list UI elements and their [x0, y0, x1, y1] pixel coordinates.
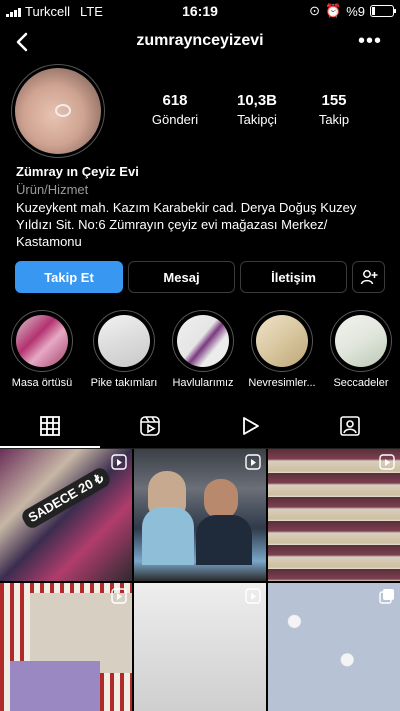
highlight-cover: [98, 315, 150, 367]
grid-post[interactable]: [268, 583, 400, 711]
highlight-masa-ortusu[interactable]: Masa örtüsü: [7, 310, 77, 389]
profile-category: Ürün/Hizmet: [16, 182, 89, 197]
highlight-cover: [177, 315, 229, 367]
grid-post[interactable]: [134, 583, 266, 711]
reels-icon: [379, 454, 395, 470]
profile-bio: Kuzeykent mah. Kazım Karabekir cad. Dery…: [16, 200, 357, 249]
highlight-ring: [93, 310, 155, 372]
orientation-lock-icon: ⊙: [309, 3, 321, 18]
followers-count: 10,3B: [236, 92, 278, 109]
highlight-ring: [11, 310, 73, 372]
highlight-cover: [16, 315, 68, 367]
photo-person: [142, 507, 194, 565]
battery-icon: [370, 5, 396, 17]
highlight-label: Havlularımız: [172, 377, 234, 389]
status-bar: Turkcell LTE 16:19 ⊙ ⏰ %9: [0, 0, 400, 22]
profile-name: Zümray ın Çeyiz Evi: [16, 164, 139, 179]
suggest-people-button[interactable]: [352, 261, 385, 293]
followers-label: Takipçi: [237, 112, 277, 127]
highlight-nevresimler[interactable]: Nevresimler...: [247, 310, 317, 389]
stat-posts[interactable]: 618 Gönderi: [135, 92, 215, 127]
stat-followers[interactable]: 10,3B Takipçi: [217, 92, 297, 127]
avatar[interactable]: [15, 68, 101, 154]
highlight-ring: [251, 310, 313, 372]
profile-header: zumraynceyizevi •••: [0, 22, 400, 62]
highlight-ring: [172, 310, 234, 372]
highlight-pike-takimlari[interactable]: Pike takımları: [89, 310, 159, 389]
grid-post[interactable]: [0, 583, 132, 711]
reels-icon[interactable]: [138, 414, 162, 438]
following-count: 155: [321, 92, 347, 109]
highlight-havlularimiz[interactable]: Havlularımız: [168, 310, 238, 389]
reels-icon: [245, 454, 261, 470]
more-options-icon[interactable]: •••: [358, 30, 382, 53]
carousel-icon: [379, 589, 394, 604]
highlight-label: Nevresimler...: [248, 377, 316, 389]
photo-fabric: [10, 661, 100, 711]
reels-icon: [245, 588, 261, 604]
highlight-seccadeler[interactable]: Seccadeler: [326, 310, 396, 389]
grid-icon[interactable]: [38, 414, 62, 438]
reels-icon: [111, 588, 127, 604]
reels-icon: [111, 454, 127, 470]
message-button[interactable]: Mesaj: [128, 261, 235, 293]
video-icon[interactable]: [238, 414, 262, 438]
profile-tabs: [0, 404, 400, 449]
battery-percent: %9: [346, 3, 365, 19]
posts-label: Gönderi: [151, 112, 199, 127]
follow-button[interactable]: Takip Et: [15, 261, 123, 293]
alarm-icon: ⏰: [325, 3, 342, 18]
username-title: zumraynceyizevi: [136, 32, 264, 49]
active-tab-indicator: [0, 446, 100, 448]
contact-button[interactable]: İletişim: [240, 261, 347, 293]
highlight-ring: [330, 310, 392, 372]
status-right: ⊙ ⏰ %9: [309, 3, 396, 19]
highlight-cover: [335, 315, 387, 367]
highlight-label: Masa örtüsü: [11, 377, 73, 389]
photo-person: [196, 515, 252, 565]
grid-post[interactable]: [0, 449, 132, 581]
highlight-label: Pike takımları: [90, 377, 158, 389]
photo-person: [204, 479, 238, 519]
ring-image-detail: [55, 104, 71, 117]
stat-following[interactable]: 155 Takip: [294, 92, 374, 127]
tagged-icon[interactable]: [338, 414, 362, 438]
add-person-icon: [360, 270, 377, 285]
following-label: Takip: [318, 112, 350, 127]
highlight-label: Seccadeler: [333, 377, 389, 389]
highlight-cover: [256, 315, 308, 367]
grid-post[interactable]: [134, 449, 266, 581]
posts-count: 618: [162, 92, 188, 109]
grid-post[interactable]: [268, 449, 400, 581]
